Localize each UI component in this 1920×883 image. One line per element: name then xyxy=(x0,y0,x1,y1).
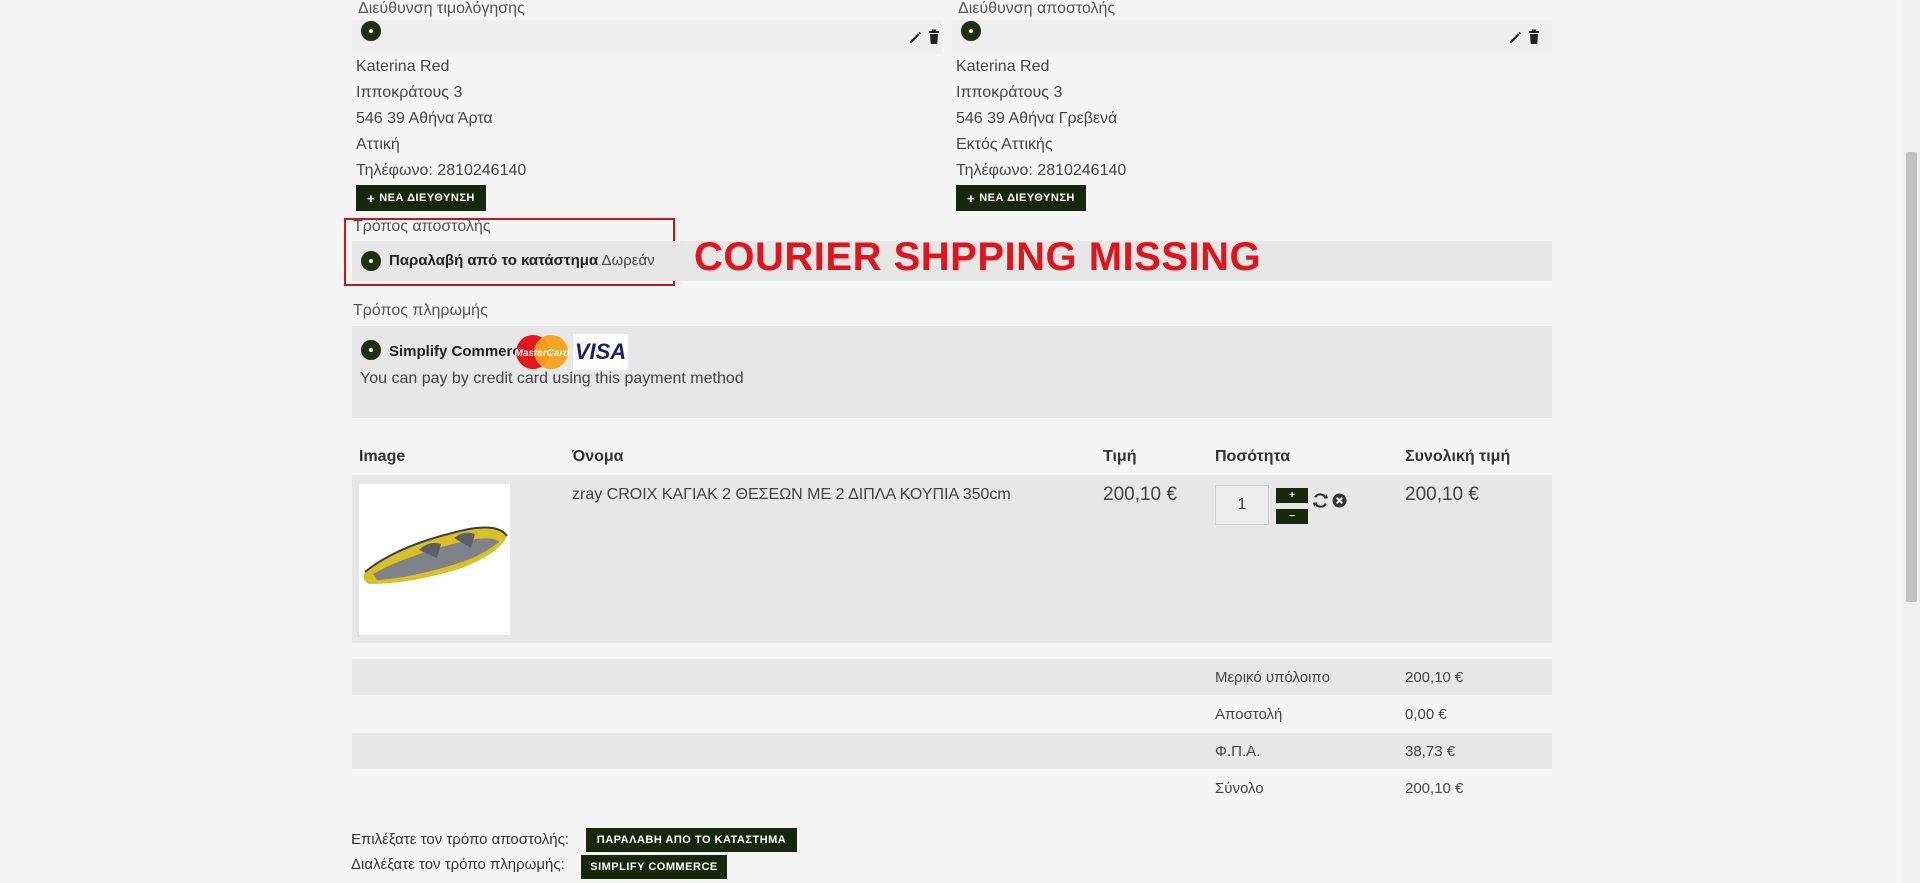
billing-city: 546 39 Αθήνα Άρτα xyxy=(356,110,493,127)
quantity-decrease-button[interactable]: − xyxy=(1276,509,1308,524)
shipping-cost-label: Αποστολή xyxy=(1215,706,1283,723)
grand-total-label: Σύνολο xyxy=(1215,780,1264,797)
header-name: Όνομα xyxy=(572,448,624,465)
shipping-selection-button[interactable]: ΠΑΡΑΛΑΒΗ ΑΠΟ ΤΟ ΚΑΤΑΣΤΗΜΑ xyxy=(586,828,797,852)
shipping-address-title: Διεύθυνση αποστολής xyxy=(958,0,1116,17)
totals-row-shaded xyxy=(352,659,1552,695)
delete-trash-icon[interactable] xyxy=(927,29,941,45)
shipping-method-title: Τρόπος αποστολής xyxy=(353,218,491,235)
product-price: 200,10 € xyxy=(1103,484,1177,505)
billing-region: Αττική xyxy=(356,136,400,153)
billing-phone: Τηλέφωνο: 2810246140 xyxy=(356,162,527,179)
grand-total-value: 200,10 € xyxy=(1405,780,1464,797)
billing-new-address-button[interactable]: + ΝΕΑ ΔΙΕΥΘΥΝΣΗ xyxy=(356,185,486,211)
subtotal-label: Μερικό υπόλοιπο xyxy=(1215,669,1330,686)
vat-label: Φ.Π.Α. xyxy=(1215,743,1261,760)
shipping-new-address-label: ΝΕΑ ΔΙΕΥΘΥΝΣΗ xyxy=(979,192,1075,204)
courier-missing-annotation: COURIER SHPPING MISSING xyxy=(694,235,1262,279)
plus-icon: + xyxy=(967,190,976,206)
delete-trash-icon[interactable] xyxy=(1527,29,1541,45)
payment-method-title: Τρόπος πληρωμής xyxy=(353,302,488,319)
product-name[interactable]: zray CROIX ΚΑΓΙΑΚ 2 ΘΕΣΕΩΝ ΜΕ 2 ΔΙΠΛΑ ΚΟ… xyxy=(572,486,1011,504)
edit-pencil-icon[interactable] xyxy=(908,29,924,45)
billing-address-radio[interactable] xyxy=(361,21,381,41)
checkout-page: Διεύθυνση τιμολόγησης Katerina Red Ιπποκ… xyxy=(0,0,1920,883)
shipping-option-price: Δωρεάν xyxy=(601,252,655,269)
product-image[interactable] xyxy=(359,484,510,635)
shipping-name: Katerina Red xyxy=(956,58,1050,75)
kayak-image-icon xyxy=(363,526,508,584)
shipping-selection-prompt: Επιλέξατε τον τρόπο αποστολής: xyxy=(351,831,570,848)
quantity-increase-button[interactable]: + xyxy=(1276,488,1308,503)
shipping-street: Ιπποκράτους 3 xyxy=(956,84,1063,101)
shipping-option-label: Παραλαβή από το κατάστημα xyxy=(389,252,599,269)
remove-item-icon[interactable] xyxy=(1332,493,1347,508)
edit-pencil-icon[interactable] xyxy=(1508,29,1524,45)
shipping-address-radio[interactable] xyxy=(961,21,981,41)
payment-selection-prompt: Διαλέξατε τον τρόπο πληρωμής: xyxy=(351,856,565,873)
refresh-icon[interactable] xyxy=(1312,492,1329,509)
billing-new-address-label: ΝΕΑ ΔΙΕΥΘΥΝΣΗ xyxy=(379,192,475,204)
visa-icon: VISA xyxy=(573,334,628,370)
mastercard-text: MasterCard xyxy=(514,348,570,359)
product-total: 200,10 € xyxy=(1405,484,1479,505)
header-image: Image xyxy=(359,448,406,465)
billing-name: Katerina Red xyxy=(356,58,450,75)
shipping-region: Εκτός Αττικής xyxy=(956,136,1053,153)
totals-row-shaded xyxy=(352,733,1552,769)
shipping-method-radio[interactable] xyxy=(361,251,381,271)
payment-selection-button[interactable]: SIMPLIFY COMMERCE xyxy=(581,855,727,879)
payment-description: You can pay by credit card using this pa… xyxy=(360,370,744,387)
shipping-city: 546 39 Αθήνα Γρεβενά xyxy=(956,110,1118,127)
header-price: Τιμή xyxy=(1103,448,1137,465)
billing-address-bar xyxy=(352,20,942,54)
mastercard-icon: MasterCard xyxy=(514,335,570,369)
scrollbar-thumb[interactable] xyxy=(1906,152,1917,602)
plus-icon: + xyxy=(367,190,376,206)
header-total: Συνολική τιμή xyxy=(1405,448,1511,465)
header-quantity: Ποσότητα xyxy=(1215,448,1291,465)
quantity-input[interactable]: 1 xyxy=(1215,485,1269,525)
shipping-method-option[interactable]: Παραλαβή από το κατάστημα Δωρεάν xyxy=(389,252,655,269)
billing-address-title: Διεύθυνση τιμολόγησης xyxy=(358,0,525,17)
subtotal-value: 200,10 € xyxy=(1405,669,1464,686)
visa-text: VISA xyxy=(574,339,627,364)
vat-value: 38,73 € xyxy=(1405,743,1456,760)
payment-method-radio[interactable] xyxy=(361,340,381,360)
shipping-address-bar xyxy=(952,20,1552,54)
shipping-cost-value: 0,00 € xyxy=(1405,706,1447,723)
shipping-phone: Τηλέφωνο: 2810246140 xyxy=(956,162,1127,179)
billing-street: Ιπποκράτους 3 xyxy=(356,84,463,101)
shipping-new-address-button[interactable]: + ΝΕΑ ΔΙΕΥΘΥΝΣΗ xyxy=(956,185,1086,211)
payment-option-label[interactable]: Simplify Commerce xyxy=(389,343,529,360)
